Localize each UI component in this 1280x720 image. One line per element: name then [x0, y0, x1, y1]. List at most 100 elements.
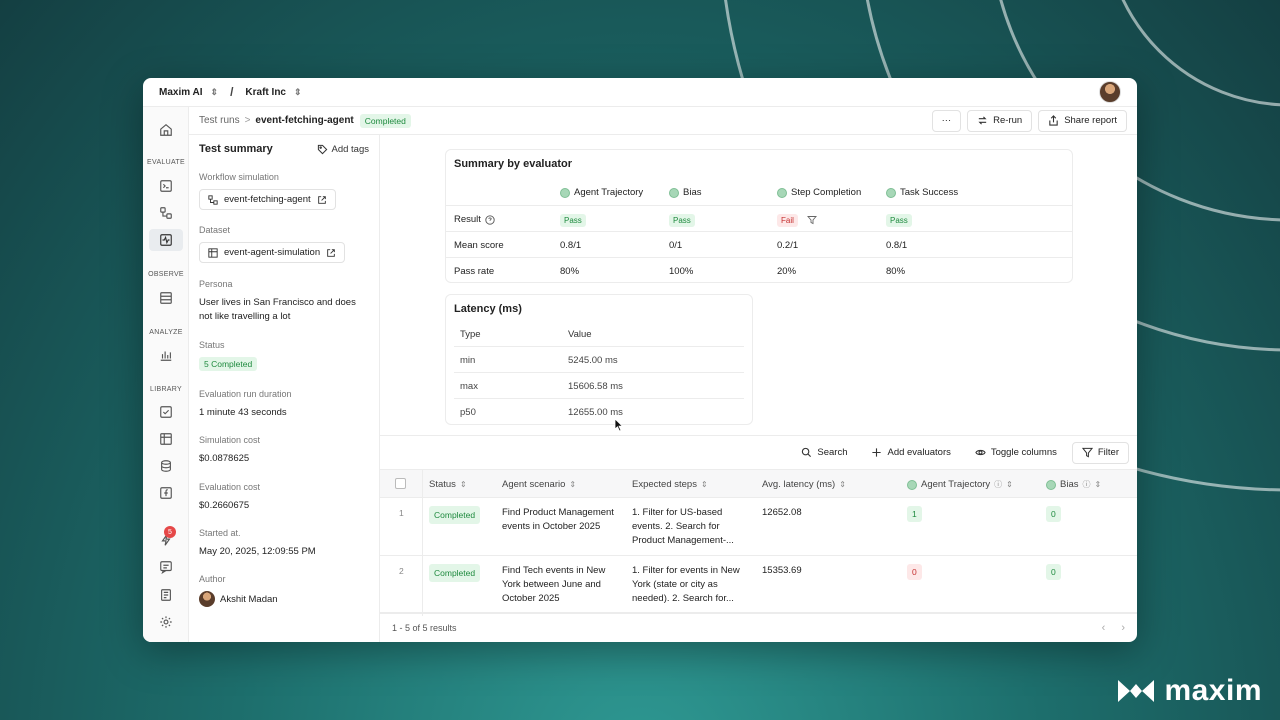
sim-cost-label: Simulation cost	[199, 435, 261, 445]
add-evaluators-label: Add evaluators	[887, 447, 951, 458]
filter-icon[interactable]	[806, 215, 817, 225]
column-header-status[interactable]: Status ⇕	[429, 479, 467, 490]
row-trajectory-score: 0	[907, 564, 922, 580]
user-avatar[interactable]	[1099, 81, 1121, 103]
pass-rate-value: 80%	[560, 266, 580, 277]
tag-icon	[317, 144, 327, 154]
bolt-icon[interactable]: 5	[149, 526, 183, 551]
result-label: Result	[454, 214, 481, 225]
workflow-link[interactable]: event-fetching-agent	[199, 189, 336, 210]
latency-row: p50 12655.00 ms	[454, 399, 744, 425]
home-icon[interactable]	[149, 119, 183, 141]
pass-rate-value: 100%	[669, 266, 694, 277]
column-header-steps[interactable]: Expected steps ⇕	[632, 479, 708, 490]
function-icon[interactable]	[149, 482, 183, 504]
table-icon	[208, 247, 218, 258]
latency-title: Latency (ms)	[454, 303, 522, 315]
column-header-trajectory[interactable]: Agent Trajectory ⓘ ⇕	[907, 479, 1013, 490]
brand-name: maxim	[1164, 674, 1262, 707]
more-button[interactable]: ···	[931, 109, 962, 132]
filter-button[interactable]: Filter	[1071, 441, 1129, 464]
table-row[interactable]: 1 Completed Find Product Management even…	[380, 498, 1137, 556]
org-switcher[interactable]: Maxim AI ⇕	[159, 87, 218, 98]
started-value: May 20, 2025, 12:09:55 PM	[199, 546, 316, 557]
persona-label: Persona	[199, 279, 233, 289]
page-header: Test runs > event-fetching-agent Complet…	[189, 107, 1137, 135]
results-count: 1 - 5 of 5 results	[392, 622, 457, 633]
result-pass-badge: Pass	[669, 214, 695, 227]
rerun-icon	[978, 116, 987, 125]
evaluator-header-trajectory: Agent Trajectory	[560, 187, 643, 198]
evaluator-summary-card: Summary by evaluator Agent Trajectory Bi…	[445, 149, 1073, 283]
toggle-columns-button[interactable]: Toggle columns	[966, 442, 1066, 464]
row-bias-score: 0	[1046, 506, 1061, 522]
row-number: 1	[399, 508, 404, 518]
duration-value: 1 minute 43 seconds	[199, 407, 287, 418]
test-summary-panel: Test summary Add tags Workflow simulatio…	[189, 135, 380, 642]
evaluator-icon	[669, 187, 679, 198]
sort-icon: ⇕	[839, 480, 846, 489]
select-all-checkbox[interactable]	[395, 478, 406, 489]
row-number: 2	[399, 566, 404, 576]
rail-section-library: LIBRARY	[150, 386, 182, 393]
result-fail-badge: Fail	[777, 214, 798, 227]
message-icon[interactable]	[149, 556, 183, 578]
row-status-badge: Completed	[429, 564, 481, 582]
mouse-cursor-icon	[614, 418, 624, 432]
rail-section-observe: OBSERVE	[148, 271, 184, 278]
add-tags-button[interactable]: Add tags	[317, 143, 370, 155]
plus-icon	[872, 448, 882, 457]
mean-score-value: 0.8/1	[560, 240, 582, 251]
terminal-icon[interactable]	[149, 175, 183, 197]
latency-row: min 5245.00 ms	[454, 347, 744, 373]
activity-icon[interactable]	[149, 229, 183, 251]
dataset-link[interactable]: event-agent-simulation	[199, 242, 346, 263]
author-label: Author	[199, 574, 226, 584]
run-status-badge: Completed	[359, 113, 411, 128]
share-report-button[interactable]: Share report	[1038, 109, 1127, 132]
share-icon	[1049, 115, 1058, 126]
latency-type: min	[460, 355, 476, 366]
document-icon[interactable]	[149, 584, 183, 606]
workspace-name: Kraft Inc	[245, 86, 286, 98]
help-icon[interactable]	[485, 214, 495, 225]
search-icon	[802, 447, 812, 458]
rerun-button[interactable]: Re-run	[967, 109, 1033, 132]
eval-cost-label: Evaluation cost	[199, 482, 261, 492]
database-icon[interactable]	[149, 455, 183, 477]
results-table: Status ⇕ Agent scenario ⇕ Expected steps ⇕ …	[380, 469, 1137, 614]
settings-icon[interactable]	[149, 611, 183, 633]
column-header-latency[interactable]: Avg. latency (ms) ⇕	[762, 479, 846, 490]
evaluator-header-task-success: Task Success	[886, 187, 958, 198]
workspace-switcher[interactable]: Kraft Inc ⇕	[245, 87, 301, 98]
maxim-logo-icon	[1118, 680, 1155, 702]
add-evaluators-button[interactable]: Add evaluators	[862, 442, 959, 464]
latency-col-type: Type	[460, 329, 481, 340]
table-row[interactable]: 2 Completed Find Tech events in New York…	[380, 556, 1137, 614]
workflow-value: event-fetching-agent	[224, 194, 311, 205]
logs-icon[interactable]	[149, 287, 183, 309]
next-page-button[interactable]: ›	[1121, 622, 1125, 634]
author-avatar	[199, 591, 215, 607]
workflow-icon[interactable]	[149, 202, 183, 224]
chevron-updown-icon: ⇕	[293, 86, 302, 97]
latency-header-row: Type Value	[454, 321, 744, 347]
chart-icon[interactable]	[149, 344, 183, 366]
search-button[interactable]: Search	[792, 442, 856, 464]
column-header-scenario[interactable]: Agent scenario ⇕	[502, 479, 576, 490]
workflow-label: Workflow simulation	[199, 172, 279, 182]
breadcrumb-test-runs[interactable]: Test runs	[199, 115, 240, 126]
add-tags-label: Add tags	[331, 143, 370, 155]
app-window: Maxim AI ⇕ / Kraft Inc ⇕ EVALUATE OBSERV…	[143, 78, 1137, 642]
toggle-columns-label: Toggle columns	[990, 447, 1057, 458]
pass-rate-label: Pass rate	[454, 266, 495, 277]
column-header-bias[interactable]: Bias ⓘ ⇕	[1046, 479, 1101, 490]
persona-value: User lives in San Francisco and does not…	[199, 297, 356, 322]
table-icon[interactable]	[149, 428, 183, 450]
previous-page-button[interactable]: ‹	[1102, 622, 1106, 634]
result-pass-badge: Pass	[886, 214, 912, 227]
evaluator-icon	[777, 187, 787, 198]
table-header-row: Status ⇕ Agent scenario ⇕ Expected steps ⇕ …	[380, 469, 1137, 498]
checkbox-icon[interactable]	[149, 401, 183, 423]
evaluator-icon	[560, 187, 570, 198]
